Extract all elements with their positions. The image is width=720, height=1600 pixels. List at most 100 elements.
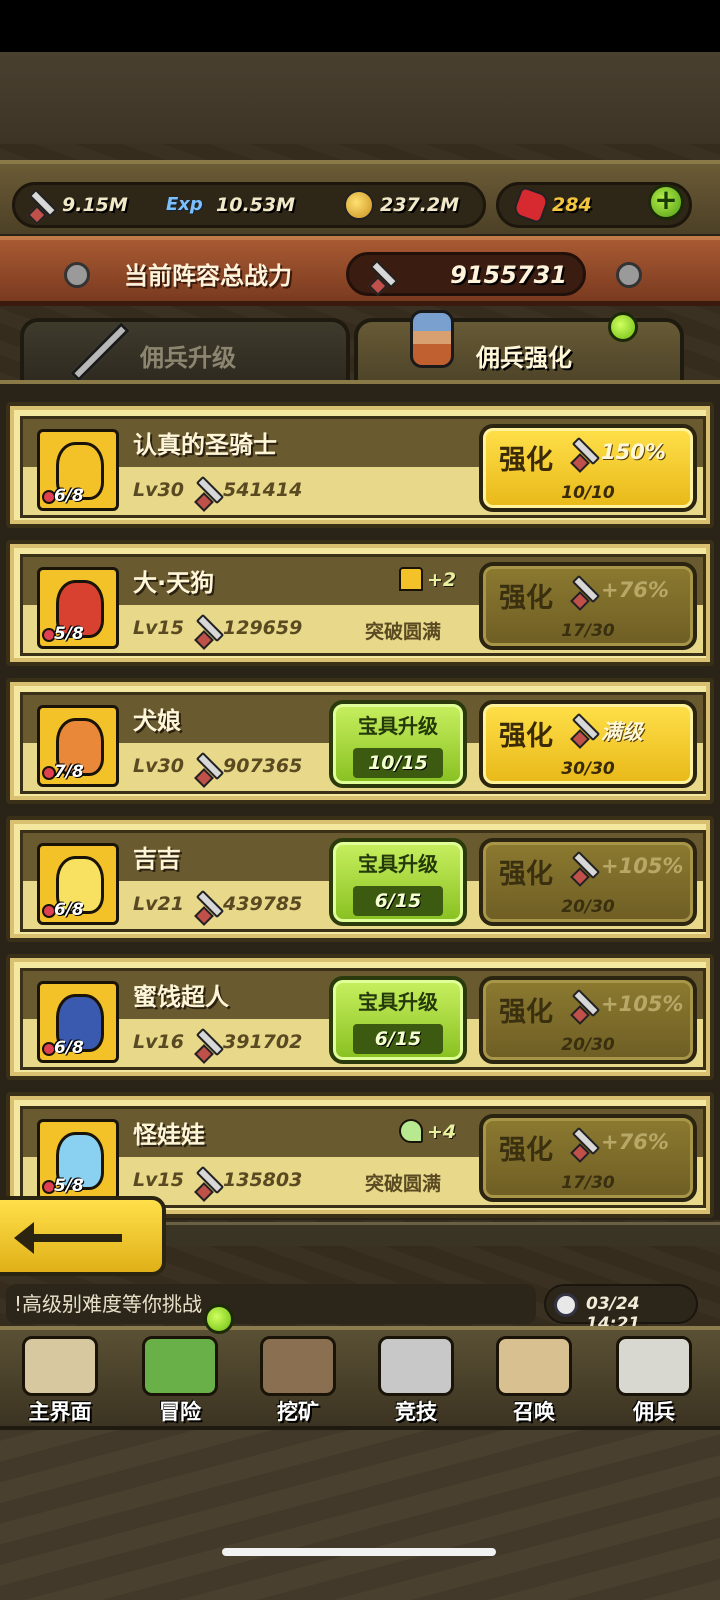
mercenary-card: 6/8 吉吉 Lv21 439785 宝具升级 6/15 强化 +105% 20… [6, 816, 714, 942]
tab-mercenary-upgrade[interactable]: 佣兵升级 [20, 318, 350, 382]
treasure-upgrade-label: 宝具升级 [358, 714, 438, 738]
treasure-level: 6/15 [353, 1024, 443, 1054]
sword-icon [569, 438, 599, 468]
mercenary-portrait[interactable]: 6/8 [37, 429, 119, 511]
treasure-level: 6/15 [353, 886, 443, 916]
enhance-level: 17/30 [561, 1173, 615, 1193]
treasure-upgrade-button[interactable]: 宝具升级 10/15 [329, 700, 467, 788]
mercenary-name: 大·天狗 [133, 569, 215, 597]
enhance-percent: +105% [601, 992, 684, 1016]
star-count: 6/8 [54, 486, 84, 506]
sword-icon [193, 753, 219, 779]
nav-mercenary[interactable]: 佣兵 [598, 1334, 710, 1430]
breakthrough-status: 突破圆满 [365, 1173, 442, 1195]
mercenary-portrait[interactable]: 5/8 [37, 567, 119, 649]
star-count: 7/8 [54, 762, 84, 782]
nav-summon[interactable]: 召唤 [478, 1334, 590, 1430]
pickaxe-icon [260, 1336, 336, 1396]
enhance-level: 30/30 [561, 759, 615, 779]
nav-arena[interactable]: 竞技 [360, 1334, 472, 1430]
mercenary-portrait[interactable]: 5/8 [37, 1119, 119, 1201]
mercenary-portrait[interactable]: 6/8 [37, 843, 119, 925]
mercenary-level: Lv16 [133, 1031, 184, 1053]
enhance-percent: 150% [601, 440, 666, 464]
formation-power-banner: 当前阵容总战力 9155731 [0, 236, 720, 306]
breakthrough-gem-icon [399, 1119, 423, 1143]
enhance-button[interactable]: 强化 150% 10/10 [479, 424, 697, 512]
enhance-label: 强化 [499, 583, 553, 614]
tab-mercenary-upgrade-label: 佣兵升级 [140, 344, 236, 372]
sword-icon [193, 891, 219, 917]
nav-adventure[interactable]: 冒险 [124, 1334, 236, 1430]
mercenary-name: 怪娃娃 [133, 1121, 205, 1149]
enhance-percent: 满级 [601, 720, 643, 744]
crossed-swords-icon [378, 1336, 454, 1396]
mercenary-card: 7/8 犬娘 Lv30 907365 宝具升级 10/15 强化 满级 30/3… [6, 678, 714, 804]
enhance-label: 强化 [499, 721, 553, 752]
sword-icon [569, 1128, 599, 1158]
nav-mining[interactable]: 挖矿 [242, 1334, 354, 1430]
enhance-label: 强化 [499, 445, 553, 476]
enhance-button[interactable]: 强化 +76% 17/30 [479, 1114, 697, 1202]
sword-icon [26, 190, 56, 220]
gem-value: 284 [552, 194, 592, 216]
treasure-level: 10/15 [353, 748, 443, 778]
sword-icon [569, 852, 599, 882]
sword-icon [193, 1167, 219, 1193]
mercenary-power: 391702 [223, 1031, 303, 1053]
enhance-label: 强化 [499, 1135, 553, 1166]
nav-main[interactable]: 主界面 [4, 1334, 116, 1430]
mercenary-card-body: 5/8 怪娃娃 Lv15 135803 +4 突破圆满 强化 +76% 17/3… [20, 1106, 706, 1208]
enhance-label: 强化 [499, 859, 553, 890]
home-indicator[interactable] [222, 1548, 496, 1556]
exp-resource: Exp 10.53M [166, 190, 295, 220]
floating-island-icon [142, 1336, 218, 1396]
sword-icon [569, 576, 599, 606]
enhance-button[interactable]: 强化 +76% 17/30 [479, 562, 697, 650]
enhance-button[interactable]: 强化 满级 30/30 [479, 700, 697, 788]
rivet-left-icon [64, 262, 90, 288]
mercenary-level: Lv30 [133, 755, 184, 777]
resource-bar: 9.15M Exp 10.53M 237.2M 284 [0, 160, 720, 238]
bottom-navigation: 主界面 冒险 挖矿 竞技 召唤 佣兵 [0, 1326, 720, 1430]
mercenary-portrait[interactable]: 6/8 [37, 981, 119, 1063]
back-button[interactable] [0, 1196, 166, 1276]
mercenary-level: Lv15 [133, 1169, 184, 1191]
star-count: 5/8 [54, 1176, 84, 1196]
enhance-button[interactable]: 强化 +105% 20/30 [479, 976, 697, 1064]
map-scroll-icon [22, 1336, 98, 1396]
treasure-upgrade-button[interactable]: 宝具升级 6/15 [329, 976, 467, 1064]
treasure-upgrade-label: 宝具升级 [358, 852, 438, 876]
treasure-upgrade-button[interactable]: 宝具升级 6/15 [329, 838, 467, 926]
power-resource: 9.15M [26, 190, 128, 220]
mercenary-list[interactable]: 6/8 认真的圣骑士 Lv30 541414 强化 150% 10/10 5/8… [0, 380, 720, 1220]
enhance-level: 10/10 [561, 483, 615, 503]
mercenary-card: 6/8 认真的圣骑士 Lv30 541414 强化 150% 10/10 [6, 402, 714, 528]
bottom-decoration [0, 1430, 720, 1600]
sword-icon [569, 990, 599, 1020]
back-arrow-icon [14, 1222, 122, 1254]
sword-icon [193, 1029, 219, 1055]
enhance-level: 20/30 [561, 1035, 615, 1055]
mercenary-power: 439785 [223, 893, 303, 915]
gem-icon [511, 185, 551, 225]
sword-icon [367, 261, 397, 291]
nav-adventure-label: 冒险 [159, 1400, 201, 1424]
sword-icon [569, 714, 599, 744]
summon-scroll-icon [496, 1336, 572, 1396]
notification-dot [204, 1304, 234, 1334]
mercenary-name: 吉吉 [133, 845, 181, 873]
star-count: 5/8 [54, 624, 84, 644]
add-gems-button[interactable]: + [648, 184, 684, 220]
nav-mining-label: 挖矿 [277, 1400, 319, 1424]
enhance-level: 20/30 [561, 897, 615, 917]
enhance-button[interactable]: 强化 +105% 20/30 [479, 838, 697, 926]
mercenary-portrait[interactable]: 7/8 [37, 705, 119, 787]
enhance-percent: +76% [601, 1130, 669, 1154]
news-ticker[interactable]: !高级别难度等你挑战 [6, 1284, 536, 1324]
exp-icon: Exp [166, 194, 203, 215]
mercenary-level: Lv21 [133, 893, 184, 915]
star-count: 6/8 [54, 900, 84, 920]
gem-resource: 284 [511, 185, 592, 225]
sword-icon [70, 322, 130, 382]
